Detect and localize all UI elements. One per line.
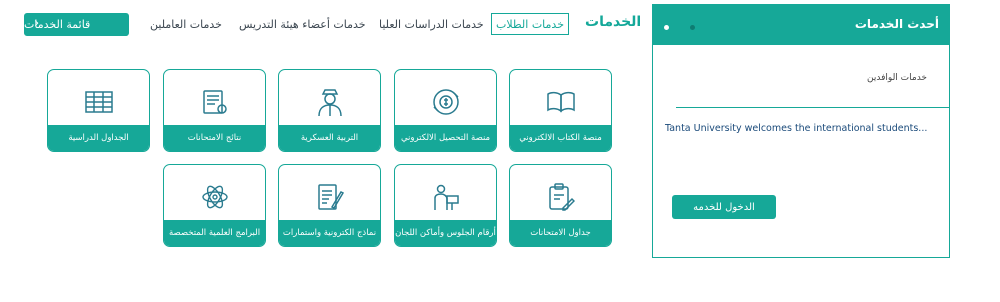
enter-service-button[interactable]: الدخول للخدمه	[672, 195, 776, 219]
card-label: الجداول الدراسية	[48, 125, 149, 151]
carousel-dot[interactable]	[690, 25, 695, 30]
tab-student-services[interactable]: خدمات الطلاب	[491, 13, 569, 35]
chevron-left-icon: ‹	[34, 16, 40, 31]
soldier-icon	[279, 86, 380, 118]
results-sheet-icon	[164, 86, 265, 118]
card-label: البرامج العلمية المتخصصة	[164, 220, 265, 246]
card-e-forms[interactable]: نماذج الكترونية واستمارات	[278, 164, 381, 247]
services-menu-button[interactable]: ‹ قائمة الخدمات	[24, 13, 129, 36]
open-book-icon	[510, 86, 611, 118]
card-military-education[interactable]: التربية العسكرية	[278, 69, 381, 152]
latest-services-panel: أحدث الخدمات خدمات الوافدين Tanta Univer…	[652, 4, 950, 258]
card-label: منصة الكتاب الالكتروني	[510, 125, 611, 151]
latest-services-title: أحدث الخدمات	[854, 17, 939, 31]
latest-services-header: أحدث الخدمات	[653, 5, 949, 45]
carousel-dot[interactable]	[664, 25, 669, 30]
divider	[676, 107, 950, 108]
card-label: أرقام الجلوس وأماكن اللجان	[395, 220, 496, 246]
card-label: نماذج الكترونية واستمارات	[279, 220, 380, 246]
nav-link-postgrad-services[interactable]: خدمات الدراسات العليا	[379, 18, 484, 31]
card-label: منصة التحصيل الالكتروني	[395, 125, 496, 151]
nav-link-faculty-services[interactable]: خدمات أعضاء هيئة التدريس	[239, 18, 366, 31]
exam-desk-icon	[395, 181, 496, 213]
timetable-icon	[48, 86, 149, 118]
card-label: التربية العسكرية	[279, 125, 380, 151]
card-e-payment-platform[interactable]: منصة التحصيل الالكتروني	[394, 69, 497, 152]
clipboard-edit-icon	[510, 181, 611, 213]
card-label: جداول الامتحانات	[510, 220, 611, 246]
card-exam-results[interactable]: نتائج الامتحانات	[163, 69, 266, 152]
card-specialized-programs[interactable]: البرامج العلمية المتخصصة	[163, 164, 266, 247]
services-heading: الخدمات	[585, 14, 642, 30]
latest-item-title: خدمات الوافدين	[867, 73, 927, 83]
card-ebook-platform[interactable]: منصة الكتاب الالكتروني	[509, 69, 612, 152]
card-label: نتائج الامتحانات	[164, 125, 265, 151]
nav-link-staff-services[interactable]: خدمات العاملين	[150, 18, 222, 31]
money-cycle-icon	[395, 86, 496, 118]
science-atom-icon	[164, 181, 265, 213]
card-seat-numbers[interactable]: أرقام الجلوس وأماكن اللجان	[394, 164, 497, 247]
latest-item-description: Tanta University welcomes the internatio…	[665, 123, 928, 134]
card-study-schedules[interactable]: الجداول الدراسية	[47, 69, 150, 152]
form-pen-icon	[279, 181, 380, 213]
card-exam-schedules[interactable]: جداول الامتحانات	[509, 164, 612, 247]
